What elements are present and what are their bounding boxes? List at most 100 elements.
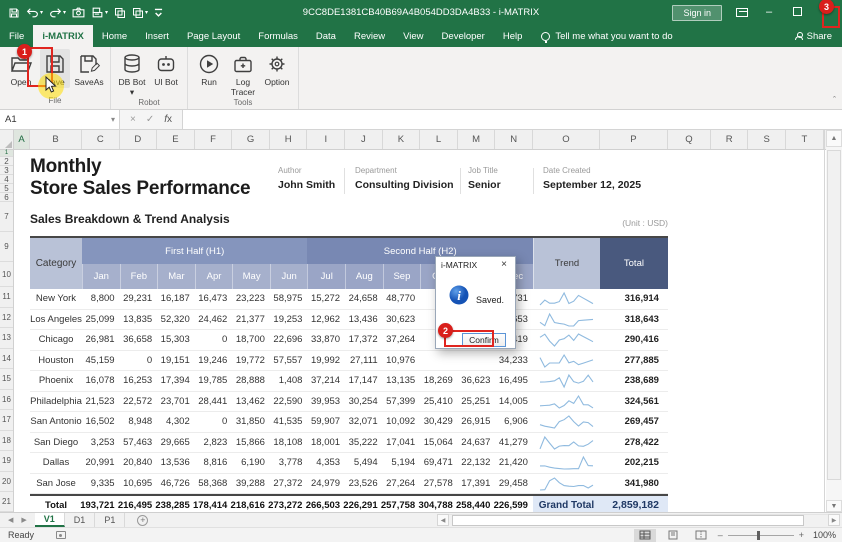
name-box-dropdown-icon[interactable]: ▾ — [111, 115, 119, 124]
table-cell-value[interactable]: 18,700 — [232, 330, 270, 351]
print-preview-icon[interactable]: ▾ — [91, 5, 108, 21]
undo-icon[interactable]: ▾ — [26, 5, 43, 21]
table-cell-value[interactable]: 39,953 — [307, 392, 345, 413]
table-cell-value[interactable]: 16,495 — [495, 371, 533, 392]
zoom-thumb[interactable] — [757, 531, 760, 540]
zoom-percent[interactable]: 100% — [810, 530, 836, 540]
table-header-month-jul[interactable]: Jul — [307, 264, 345, 289]
table-total-value[interactable]: 216,495 — [120, 494, 158, 512]
table-cell-value[interactable]: 69,471 — [420, 453, 458, 474]
row-header-11[interactable]: 11 — [0, 287, 13, 308]
table-total-value[interactable]: 218,616 — [232, 494, 270, 512]
saveas-button[interactable]: SaveAs — [74, 49, 104, 88]
table-cell-value[interactable] — [458, 351, 496, 372]
row-header-15[interactable]: 15 — [0, 369, 13, 390]
table-total-value[interactable]: 193,721 — [82, 494, 120, 512]
tab-review[interactable]: Review — [345, 25, 394, 47]
column-header-K[interactable]: K — [383, 130, 421, 149]
table-cell-total[interactable]: 269,457 — [600, 412, 668, 433]
table-header-month-aug[interactable]: Aug — [345, 264, 383, 289]
table-cell-value[interactable]: 22,572 — [120, 392, 158, 413]
paste-icon-dropdown[interactable]: ▾ — [145, 10, 148, 16]
tab-page-layout[interactable]: Page Layout — [178, 25, 249, 47]
row-header-9[interactable]: 9 — [0, 232, 13, 262]
table-cell-value[interactable]: 32,071 — [345, 412, 383, 433]
table-cell-value[interactable]: 2,823 — [195, 433, 233, 454]
table-cell-value[interactable]: 30,429 — [420, 412, 458, 433]
table-cell-value[interactable]: 0 — [195, 330, 233, 351]
table-cell-value[interactable]: 28,888 — [232, 371, 270, 392]
table-cell-value[interactable]: 16,502 — [82, 412, 120, 433]
table-cell-value[interactable]: 57,399 — [383, 392, 421, 413]
scroll-right-icon[interactable]: ▶ — [828, 514, 840, 526]
log-tracer-button[interactable]: Log Tracer — [228, 49, 258, 97]
table-cell-value[interactable]: 17,372 — [345, 330, 383, 351]
table-cell-value[interactable]: 25,099 — [82, 310, 120, 331]
redo-icon-dropdown[interactable]: ▾ — [63, 10, 66, 16]
tab-help[interactable]: Help — [494, 25, 532, 47]
table-cell-value[interactable]: 24,979 — [307, 474, 345, 495]
column-header-F[interactable]: F — [195, 130, 233, 149]
table-cell-value[interactable]: 13,536 — [157, 453, 195, 474]
add-sheet-icon[interactable]: + — [137, 515, 148, 526]
table-header-month-feb[interactable]: Feb — [120, 264, 158, 289]
table-cell-value[interactable]: 52,320 — [157, 310, 195, 331]
horizontal-scrollbar[interactable]: ◀ ▶ — [437, 514, 840, 526]
table-cell-value[interactable]: 17,391 — [458, 474, 496, 495]
table-cell-category[interactable]: Chicago — [30, 330, 82, 351]
table-cell-value[interactable]: 46,726 — [157, 474, 195, 495]
ribbon-display-options-icon[interactable] — [736, 8, 748, 17]
table-cell-value[interactable]: 0 — [195, 412, 233, 433]
table-cell-value[interactable]: 25,410 — [420, 392, 458, 413]
table-cell-total[interactable]: 316,914 — [600, 289, 668, 310]
tab-home[interactable]: Home — [93, 25, 136, 47]
table-cell-value[interactable]: 58,368 — [195, 474, 233, 495]
table-cell-value[interactable]: 28,441 — [195, 392, 233, 413]
table-header-month-sep[interactable]: Sep — [383, 264, 421, 289]
table-cell-category[interactable]: San Jose — [30, 474, 82, 495]
normal-view-icon[interactable] — [634, 529, 656, 542]
table-cell-value[interactable]: 8,800 — [82, 289, 120, 310]
table-cell-value[interactable]: 57,463 — [120, 433, 158, 454]
table-cell-value[interactable]: 45,159 — [82, 351, 120, 372]
row-header-16[interactable]: 16 — [0, 390, 13, 411]
table-cell-value[interactable]: 37,264 — [383, 330, 421, 351]
scroll-up-icon[interactable]: ▲ — [826, 130, 842, 147]
table-cell-value[interactable]: 34,233 — [495, 351, 533, 372]
table-cell-value[interactable]: 27,372 — [270, 474, 308, 495]
maximize-button[interactable] — [790, 7, 804, 19]
customize-qat-icon[interactable] — [154, 5, 163, 21]
row-header-10[interactable]: 10 — [0, 262, 13, 287]
table-cell-category[interactable]: Los Angeles — [30, 310, 82, 331]
close-icon[interactable]: × — [498, 259, 510, 271]
page-break-view-icon[interactable] — [690, 529, 712, 542]
table-cell-value[interactable]: 25,251 — [458, 392, 496, 413]
table-header-first-half[interactable]: First Half (H1) — [82, 238, 307, 264]
table-cell-value[interactable]: 3,778 — [270, 453, 308, 474]
ui-bot-button[interactable]: UI Bot — [151, 49, 181, 88]
table-cell-value[interactable]: 10,695 — [120, 474, 158, 495]
save-icon[interactable] — [8, 5, 20, 21]
table-cell-value[interactable]: 3,253 — [82, 433, 120, 454]
table-cell-value[interactable]: 23,701 — [157, 392, 195, 413]
table-cell-value[interactable]: 29,458 — [495, 474, 533, 495]
table-cell-value[interactable]: 22,132 — [458, 453, 496, 474]
table-cell-value[interactable]: 24,462 — [195, 310, 233, 331]
table-cell-value[interactable]: 17,394 — [157, 371, 195, 392]
table-cell-value[interactable]: 12,962 — [307, 310, 345, 331]
sign-in-button[interactable]: Sign in — [672, 5, 722, 21]
table-cell-value[interactable]: 19,151 — [157, 351, 195, 372]
table-cell-value[interactable]: 30,623 — [383, 310, 421, 331]
section-title[interactable]: Sales Breakdown & Trend Analysis — [30, 212, 230, 226]
tab-insert[interactable]: Insert — [136, 25, 178, 47]
row-header-6[interactable]: 6 — [0, 193, 13, 202]
paste-icon[interactable]: ▾ — [132, 5, 148, 21]
macro-record-icon[interactable] — [56, 531, 66, 539]
db-bot-button[interactable]: DB Bot ▾ — [117, 49, 147, 97]
sheet-tab-v1[interactable]: V1 — [35, 513, 65, 527]
zoom-slider[interactable]: – + — [718, 530, 804, 540]
collapse-ribbon-icon[interactable]: ˆ — [833, 95, 836, 105]
table-cell-total[interactable]: 238,689 — [600, 371, 668, 392]
scroll-down-icon[interactable]: ▼ — [826, 500, 842, 512]
table-cell-category[interactable]: Dallas — [30, 453, 82, 474]
